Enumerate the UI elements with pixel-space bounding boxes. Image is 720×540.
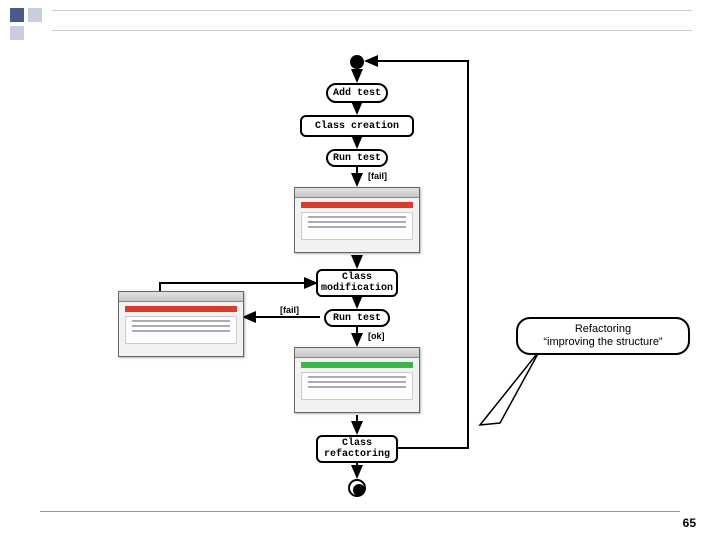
test-status-bar-red (125, 306, 237, 312)
callout-refactoring: Refactoring “improving the structure” (516, 317, 690, 355)
label-fail-1: [fail] (368, 171, 387, 181)
callout-line-2: “improving the structure” (528, 336, 678, 349)
decor-line (52, 10, 692, 11)
window-body (125, 316, 237, 344)
step-class-modification: Class modification (316, 269, 398, 297)
label-fail-2: [fail] (280, 305, 299, 315)
window-body (301, 212, 413, 240)
window-titlebar (119, 292, 243, 302)
initial-node (350, 55, 364, 69)
footer-line (40, 511, 680, 512)
step-run-test-1: Run test (326, 149, 388, 167)
test-result-window-fail-2 (118, 291, 244, 357)
callout-line-1: Refactoring (528, 323, 678, 336)
step-run-test-2: Run test (324, 309, 390, 327)
activity-diagram: Add test Class creation Run test [fail] … (0, 45, 720, 505)
window-titlebar (295, 348, 419, 358)
step-add-test: Add test (326, 83, 388, 103)
window-body (301, 372, 413, 400)
test-status-bar-red (301, 202, 413, 208)
final-node (348, 479, 366, 497)
decor-square-light-2 (10, 26, 24, 40)
test-result-window-fail (294, 187, 420, 253)
decor-square-light-1 (28, 8, 42, 22)
test-status-bar-green (301, 362, 413, 368)
page-number: 65 (683, 516, 696, 530)
step-class-creation: Class creation (300, 115, 414, 137)
window-titlebar (295, 188, 419, 198)
test-result-window-ok (294, 347, 420, 413)
decor-line (52, 30, 692, 31)
label-ok: [ok] (368, 331, 385, 341)
step-class-refactoring: Class refactoring (316, 435, 398, 463)
decor-square-dark (10, 8, 24, 22)
